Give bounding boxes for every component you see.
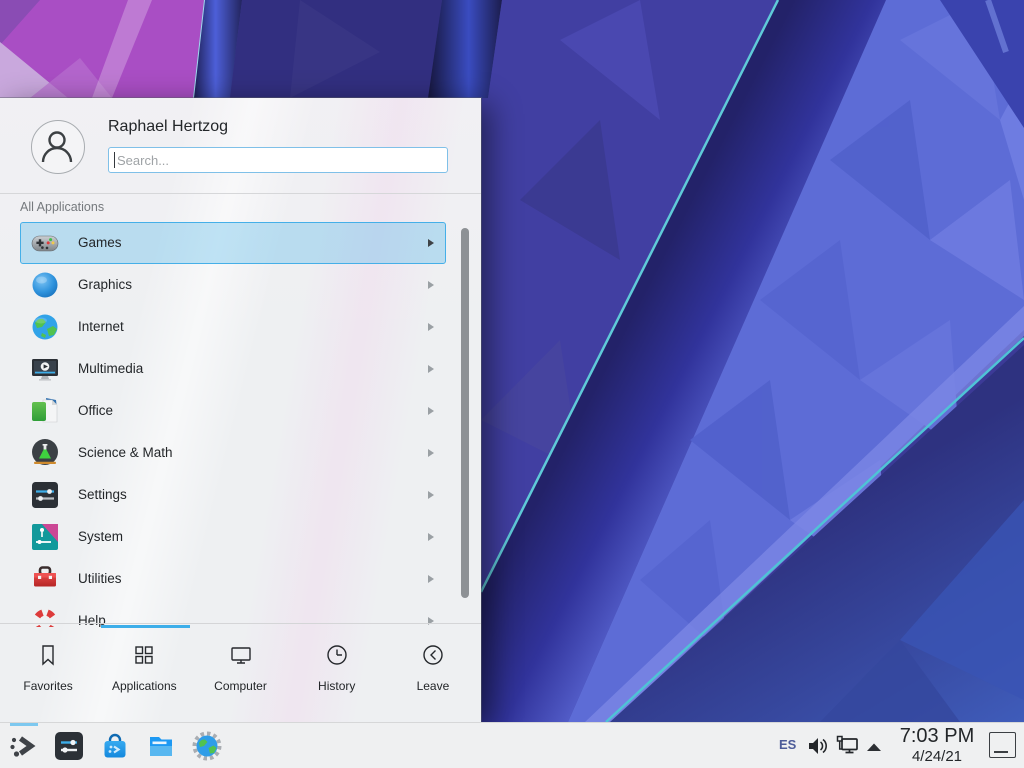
grid-icon bbox=[131, 642, 157, 668]
application-launcher-icon[interactable] bbox=[7, 730, 39, 762]
submenu-arrow-icon bbox=[428, 407, 434, 415]
tab-computer[interactable]: Computer bbox=[192, 629, 288, 719]
tab-label: History bbox=[289, 679, 385, 693]
tab-applications[interactable]: Applications bbox=[96, 629, 192, 719]
tab-label: Leave bbox=[385, 679, 481, 693]
system-sliders-icon bbox=[29, 521, 61, 553]
tab-leave[interactable]: Leave bbox=[385, 629, 481, 719]
category-science-math[interactable]: Science & Math bbox=[20, 432, 446, 474]
scrollbar[interactable] bbox=[461, 228, 469, 598]
clock-time: 7:03 PM bbox=[893, 724, 981, 748]
submenu-arrow-icon bbox=[428, 281, 434, 289]
discover-icon[interactable] bbox=[99, 730, 131, 762]
category-label: Settings bbox=[78, 487, 127, 502]
office-documents-icon bbox=[29, 395, 61, 427]
expand-tray-arrow-icon[interactable] bbox=[865, 740, 883, 758]
category-label: Office bbox=[78, 403, 113, 418]
digital-clock[interactable]: 7:03 PM 4/24/21 bbox=[893, 724, 981, 766]
application-launcher-menu: Raphael Hertzog All Applications bbox=[0, 98, 481, 722]
toolbox-icon bbox=[29, 563, 61, 595]
text-cursor bbox=[114, 152, 115, 168]
settings-sliders-icon bbox=[29, 479, 61, 511]
header-separator bbox=[0, 193, 481, 194]
system-settings-icon[interactable] bbox=[53, 730, 85, 762]
category-internet[interactable]: Internet bbox=[20, 306, 446, 348]
submenu-arrow-icon bbox=[428, 533, 434, 541]
category-settings[interactable]: Settings bbox=[20, 474, 446, 516]
globe-icon bbox=[29, 311, 61, 343]
tab-history[interactable]: History bbox=[289, 629, 385, 719]
user-avatar-icon bbox=[32, 121, 82, 171]
category-label: System bbox=[78, 529, 123, 544]
tab-label: Applications bbox=[96, 679, 192, 693]
submenu-arrow-icon bbox=[428, 575, 434, 583]
tab-label: Computer bbox=[192, 679, 288, 693]
bookmark-icon bbox=[35, 642, 61, 668]
search-input[interactable] bbox=[108, 147, 448, 173]
clock-icon bbox=[324, 642, 350, 668]
category-system[interactable]: System bbox=[20, 516, 446, 558]
submenu-arrow-icon bbox=[428, 449, 434, 457]
file-manager-icon[interactable] bbox=[145, 730, 177, 762]
category-list: Games Graphics bbox=[0, 222, 481, 627]
tab-favorites[interactable]: Favorites bbox=[0, 629, 96, 719]
web-browser-globe-icon[interactable] bbox=[191, 730, 223, 762]
leave-icon bbox=[420, 642, 446, 668]
submenu-arrow-icon bbox=[428, 323, 434, 331]
active-tab-indicator bbox=[101, 625, 190, 628]
category-label: Internet bbox=[78, 319, 124, 334]
category-label: Games bbox=[78, 235, 122, 250]
gamepad-icon bbox=[29, 227, 61, 259]
category-utilities[interactable]: Utilities bbox=[20, 558, 446, 600]
flask-icon bbox=[29, 437, 61, 469]
category-multimedia[interactable]: Multimedia bbox=[20, 348, 446, 390]
clock-date: 4/24/21 bbox=[893, 748, 981, 766]
category-games[interactable]: Games bbox=[20, 222, 446, 264]
multimedia-monitor-icon bbox=[29, 353, 61, 385]
launcher-active-indicator bbox=[10, 723, 38, 726]
category-label: Graphics bbox=[78, 277, 132, 292]
search-field-wrap bbox=[108, 147, 448, 173]
submenu-arrow-icon bbox=[428, 365, 434, 373]
submenu-arrow-icon bbox=[428, 491, 434, 499]
category-label: Multimedia bbox=[78, 361, 143, 376]
section-label: All Applications bbox=[20, 200, 104, 214]
desktop: Raphael Hertzog All Applications bbox=[0, 0, 1024, 768]
footer-separator bbox=[0, 623, 481, 624]
submenu-arrow-icon bbox=[428, 239, 434, 247]
user-name: Raphael Hertzog bbox=[108, 118, 228, 136]
volume-icon[interactable] bbox=[806, 735, 830, 762]
category-office[interactable]: Office bbox=[20, 390, 446, 432]
tab-label: Favorites bbox=[0, 679, 96, 693]
category-graphics[interactable]: Graphics bbox=[20, 264, 446, 306]
graphics-sphere-icon bbox=[29, 269, 61, 301]
category-label: Science & Math bbox=[78, 445, 173, 460]
tab-bar: Favorites Applications Computer bbox=[0, 629, 481, 719]
monitor-icon bbox=[228, 642, 254, 668]
category-label: Utilities bbox=[78, 571, 122, 586]
taskbar: ES 7:03 PM 4/24/21 bbox=[0, 722, 1024, 768]
user-avatar[interactable] bbox=[31, 120, 85, 174]
network-icon[interactable] bbox=[835, 734, 861, 763]
keyboard-layout-indicator[interactable]: ES bbox=[779, 737, 796, 752]
show-desktop-button[interactable] bbox=[989, 732, 1016, 758]
